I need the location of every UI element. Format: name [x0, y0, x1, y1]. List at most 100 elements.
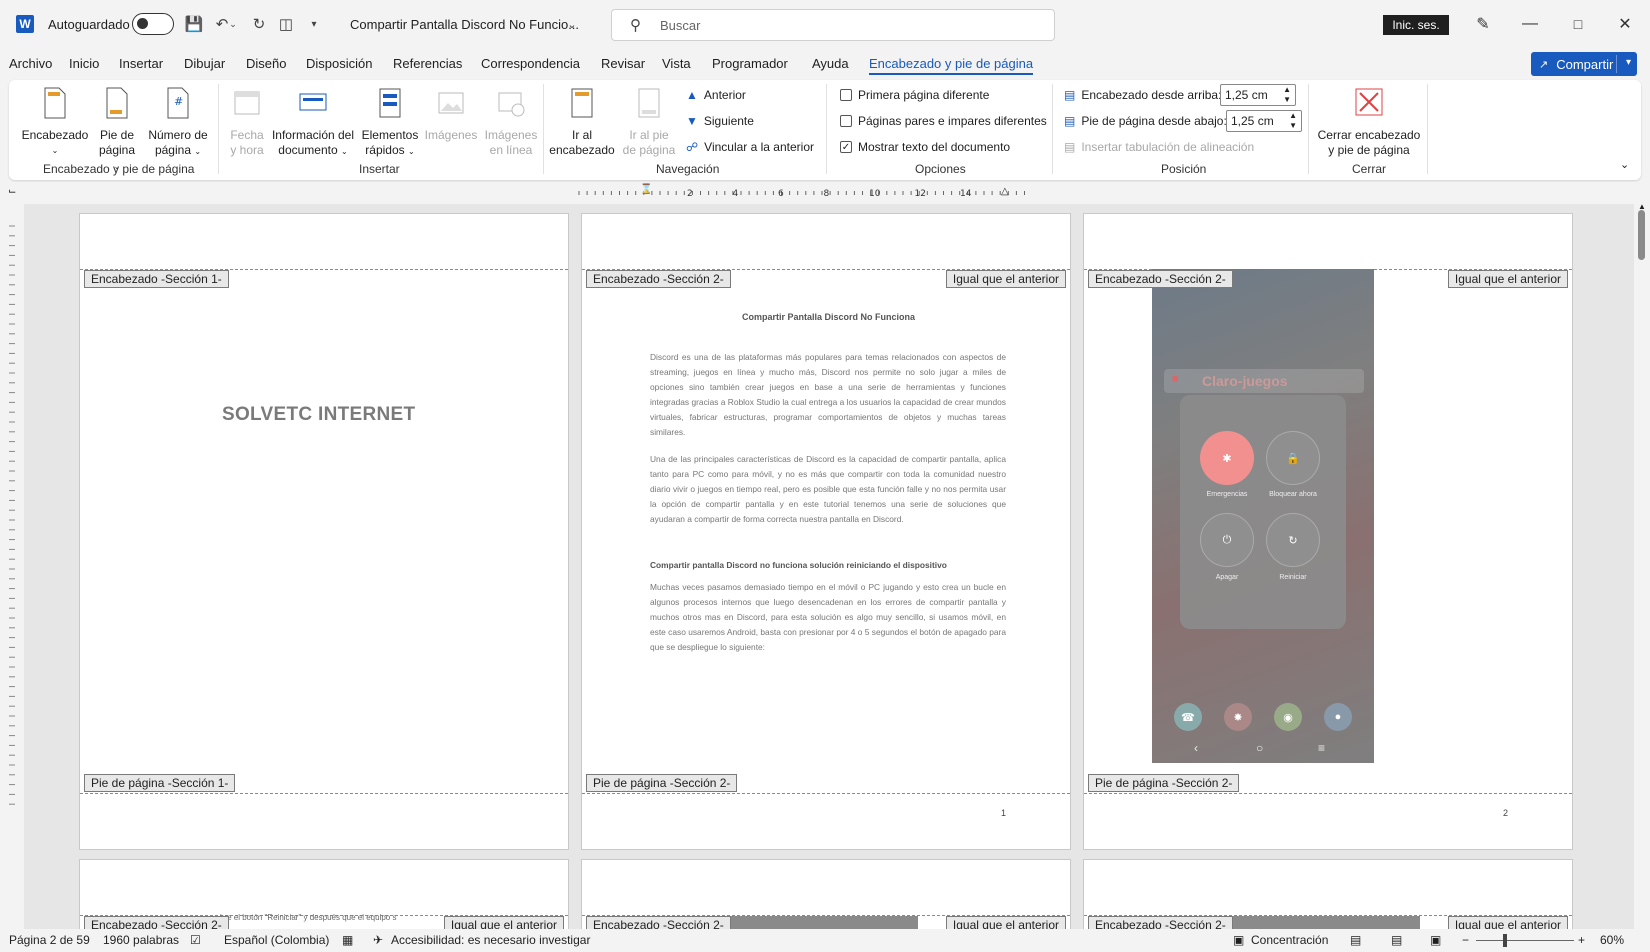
spinner-arrows-icon[interactable]: ▲ ▼ — [1289, 111, 1297, 131]
insert-alignment-tab-label: Insertar tabulación de alineación — [1081, 140, 1255, 154]
page-number-button[interactable]: # Número de página ⌄ — [144, 86, 212, 159]
quick-parts-chevron-icon: ⌄ — [408, 147, 415, 156]
date-time-button[interactable]: Fecha y hora — [224, 86, 270, 158]
read-mode-icon[interactable]: ▤ — [1350, 933, 1361, 947]
search-input[interactable]: ⚲ Buscar — [611, 9, 1055, 41]
group-separator — [218, 84, 219, 174]
redo-icon[interactable]: ↻ — [249, 14, 269, 34]
page-4[interactable]: bre el botón "Reiniciar" y después que e… — [79, 859, 569, 929]
customize-toolbar-icon[interactable]: ▾ — [304, 14, 324, 34]
link-to-previous-button[interactable]: ☍ Vincular a la anterior — [686, 140, 814, 154]
zoom-level[interactable]: 60% — [1600, 933, 1624, 947]
collapse-ribbon-icon[interactable]: ⌄ — [1620, 158, 1629, 171]
tab-archivo[interactable]: Archivo — [9, 56, 52, 71]
web-layout-icon[interactable]: ▣ — [1430, 933, 1441, 947]
page-count[interactable]: Página 2 de 59 — [9, 933, 90, 947]
sign-in-button[interactable]: Inic. ses. — [1383, 15, 1449, 35]
title-dropdown-icon[interactable]: ⌄ — [562, 14, 582, 34]
header-button[interactable]: Encabezado ⌄ — [20, 86, 90, 158]
same-as-previous-tag: Igual que el anterior — [945, 270, 1066, 288]
insert-alignment-tab-button[interactable]: ▤ Insertar tabulación de alineación — [1064, 140, 1254, 154]
pictures-button[interactable]: Imágenes — [422, 86, 480, 143]
svg-text:#: # — [174, 95, 183, 108]
maximize-icon[interactable]: □ — [1566, 12, 1590, 36]
document-area[interactable]: Encabezado -Sección 1- SOLVETC INTERNET … — [24, 204, 1634, 929]
close-icon[interactable]: ✕ — [1613, 12, 1637, 36]
tab-diseno[interactable]: Diseño — [246, 56, 286, 71]
zoom-out-icon[interactable]: − — [1462, 933, 1469, 947]
spinner-arrows-icon[interactable]: ▲ ▼ — [1283, 85, 1291, 105]
tab-insertar[interactable]: Insertar — [119, 56, 163, 71]
next-icon: ▼ — [686, 114, 698, 128]
document-title[interactable]: Compartir Pantalla Discord No Funcio... — [350, 17, 579, 32]
ruler-label: 2 — [687, 189, 693, 199]
autosave-toggle[interactable] — [132, 13, 174, 35]
tab-disposicion[interactable]: Disposición — [306, 56, 372, 71]
tab-selector-icon[interactable]: ⌙ — [8, 186, 16, 197]
go-to-footer-button[interactable]: Ir al pie de página — [618, 86, 680, 158]
present-icon[interactable]: ◫ — [276, 14, 296, 34]
print-layout-icon[interactable]: ▤ — [1391, 933, 1402, 947]
online-pictures-button[interactable]: Imágenes en línea — [482, 86, 540, 158]
group-label-close: Cerrar — [1352, 162, 1387, 176]
header-chevron-icon: ⌄ — [51, 146, 59, 155]
footer-button[interactable]: Pie de página ⌄ — [94, 86, 140, 174]
tab-inicio[interactable]: Inicio — [69, 56, 99, 71]
tab-revisar[interactable]: Revisar — [601, 56, 645, 71]
article-title: Compartir Pantalla Discord No Funciona — [742, 312, 916, 322]
footer-from-bottom-row: ▤ Pie de página desde abajo: — [1064, 114, 1227, 128]
tab-programador[interactable]: Programador — [712, 56, 788, 71]
horizontal-ruler[interactable]: ⌙ 2 4 6 8 10 12 14 ⌛ △ — [0, 182, 1650, 204]
go-to-header-button[interactable]: Ir al encabezado — [548, 86, 616, 158]
scroll-thumb[interactable] — [1638, 210, 1645, 260]
text-predictions-icon[interactable]: ▦ — [342, 933, 353, 947]
previous-button[interactable]: ▲ Anterior — [686, 88, 746, 102]
recents-nav-icon: ≡ — [1318, 741, 1326, 755]
odd-even-checkbox[interactable]: Páginas pares e impares diferentes — [840, 114, 1047, 128]
document-info-button[interactable]: Información del documento ⌄ — [270, 86, 356, 159]
close-header-footer-label-2: y pie de página — [1328, 143, 1410, 157]
page-6[interactable]: Encabezado -Sección 2- Igual que el ante… — [1083, 859, 1573, 929]
header-from-top-value: 1,25 cm — [1225, 88, 1268, 102]
pictures-label: Imágenes — [424, 128, 478, 142]
online-pictures-icon — [498, 92, 525, 117]
quick-parts-button[interactable]: Elementos rápidos ⌄ — [358, 86, 422, 159]
indent-marker-icon[interactable]: ⌛ — [640, 184, 652, 195]
focus-mode[interactable]: Concentración — [1251, 933, 1328, 947]
proofing-icon[interactable]: ☑ — [190, 933, 201, 947]
page-2[interactable]: Encabezado -Sección 2- Igual que el ante… — [581, 213, 1071, 850]
share-button[interactable]: ↗ Compartir ▾ — [1531, 52, 1637, 76]
pen-icon[interactable]: ✎ — [1471, 12, 1495, 36]
word-count[interactable]: 1960 palabras — [103, 933, 179, 947]
share-chevron-icon[interactable]: ▾ — [1626, 57, 1631, 68]
page-3[interactable]: ■ Claro-juegos ✱ 🔒 Emergencias Bloquear … — [1083, 213, 1573, 850]
footer-from-bottom-input[interactable]: 1,25 cm ▲ ▼ — [1226, 110, 1302, 132]
zoom-slider-thumb[interactable] — [1503, 934, 1507, 947]
previous-label: Anterior — [703, 88, 746, 102]
vertical-scrollbar[interactable]: ▲ — [1634, 202, 1650, 929]
zoom-slider-track[interactable] — [1476, 940, 1574, 941]
tab-encabezado-pie[interactable]: Encabezado y pie de página — [869, 56, 1034, 75]
page-5[interactable]: Encabezado -Sección 2- Igual que el ante… — [581, 859, 1071, 929]
minimize-icon[interactable]: — — [1518, 12, 1542, 36]
language[interactable]: Español (Colombia) — [224, 933, 329, 947]
emergency-icon: ✱ — [1200, 431, 1254, 485]
tab-referencias[interactable]: Referencias — [393, 56, 462, 71]
right-indent-icon[interactable]: △ — [1001, 186, 1009, 197]
tab-vista[interactable]: Vista — [662, 56, 691, 71]
zoom-in-icon[interactable]: + — [1578, 933, 1585, 947]
save-icon[interactable]: 💾 — [184, 14, 204, 34]
tab-dibujar[interactable]: Dibujar — [184, 56, 225, 71]
page-1[interactable]: Encabezado -Sección 1- SOLVETC INTERNET … — [79, 213, 569, 850]
header-from-top-input[interactable]: 1,25 cm ▲ ▼ — [1220, 84, 1296, 106]
tab-ayuda[interactable]: Ayuda — [812, 56, 849, 71]
different-first-page-checkbox[interactable]: Primera página diferente — [840, 88, 989, 102]
accessibility-status[interactable]: Accesibilidad: es necesario investigar — [391, 933, 590, 947]
tab-correspondencia[interactable]: Correspondencia — [481, 56, 580, 71]
undo-dropdown-icon[interactable]: ⌄ — [228, 14, 238, 34]
next-button[interactable]: ▼ Siguiente — [686, 114, 754, 128]
close-header-footer-button[interactable]: Cerrar encabezado y pie de página — [1314, 86, 1424, 158]
power-off-icon: ⏻ — [1200, 513, 1254, 567]
page-number-icon: # — [167, 87, 189, 119]
show-document-text-checkbox[interactable]: ✓ Mostrar texto del documento — [840, 140, 1010, 154]
